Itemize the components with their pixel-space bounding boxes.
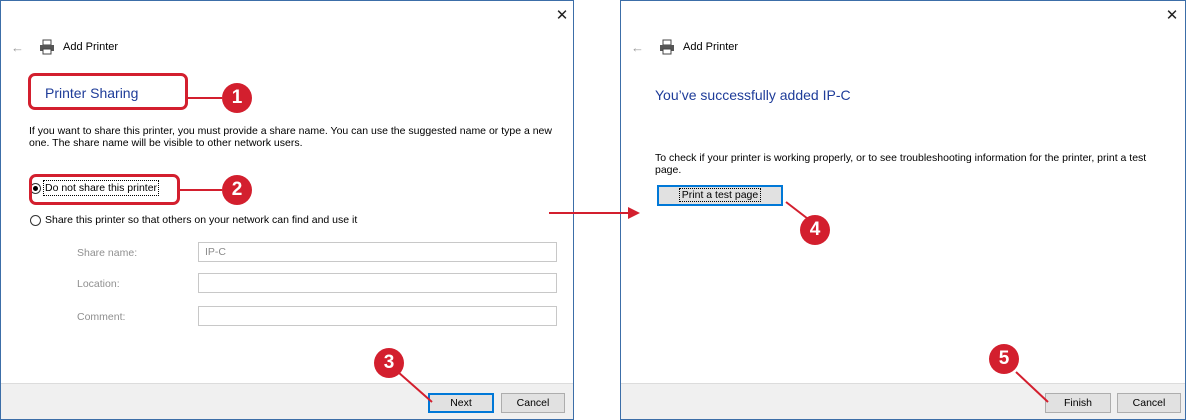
callout-badge-5: 5 — [989, 344, 1019, 374]
callout-badge-1: 1 — [222, 83, 252, 113]
callout-1-highlight — [28, 73, 188, 110]
callout-2-highlight — [29, 174, 180, 205]
callout-5-connector — [1015, 371, 1049, 403]
callout-badge-2: 2 — [222, 175, 252, 205]
callout-badge-4: 4 — [800, 215, 830, 245]
flow-arrow-icon — [628, 207, 640, 219]
callout-3-connector — [397, 371, 433, 403]
callout-badge-3: 3 — [374, 348, 404, 378]
